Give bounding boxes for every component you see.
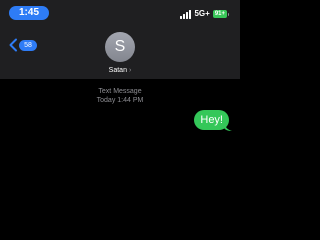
contact-details-button[interactable]: S Satan › [0, 32, 240, 75]
conversation-header: 1:45 5G+ 91+ 58 S Satan › [0, 0, 240, 79]
bubble-tail-icon [224, 122, 232, 131]
contact-name: Satan [108, 67, 127, 74]
service-label: Text Message [98, 88, 142, 95]
status-time[interactable]: 1:45 [9, 6, 49, 20]
chevron-right-icon: › [128, 67, 132, 74]
message-timestamp: Today 1:44 PM [96, 97, 144, 104]
cellular-signal-icon [180, 9, 192, 19]
network-type: 5G+ [194, 9, 210, 18]
messages-screen: 1:45 5G+ 91+ 58 S Satan › Text Message T… [0, 0, 240, 240]
battery-level: 91+ [212, 10, 227, 18]
avatar: S [105, 32, 135, 62]
message-meta: Text Message Today 1:44 PM [0, 87, 240, 105]
status-indicators: 5G+ 91+ [180, 8, 229, 20]
battery-icon: 91+ [212, 10, 229, 18]
